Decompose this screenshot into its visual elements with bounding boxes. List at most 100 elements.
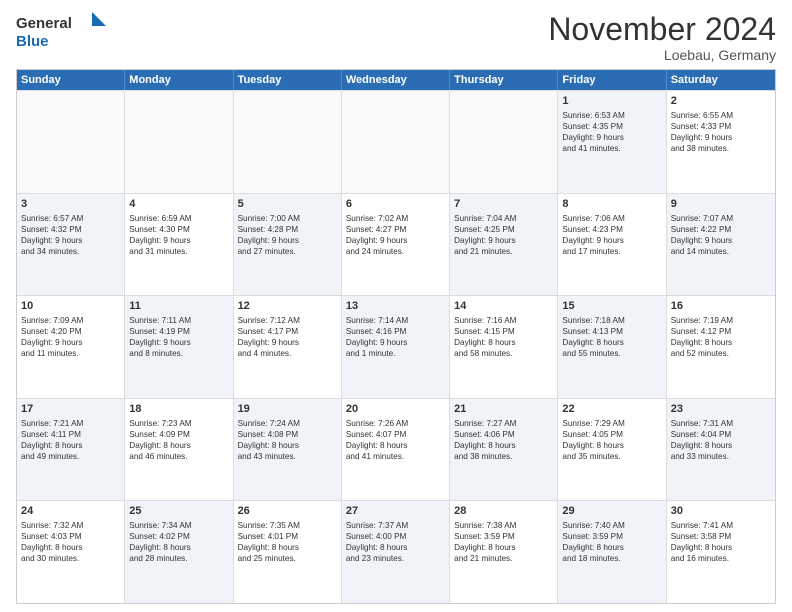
cal-row-0: 1Sunrise: 6:53 AM Sunset: 4:35 PM Daylig… — [17, 90, 775, 193]
cal-cell-23: 23Sunrise: 7:31 AM Sunset: 4:04 PM Dayli… — [667, 399, 775, 501]
cal-row-4: 24Sunrise: 7:32 AM Sunset: 4:03 PM Dayli… — [17, 500, 775, 603]
day-number: 8 — [562, 197, 661, 212]
day-number: 21 — [454, 402, 553, 417]
day-number: 11 — [129, 299, 228, 314]
cal-cell-4: 4Sunrise: 6:59 AM Sunset: 4:30 PM Daylig… — [125, 194, 233, 296]
cal-cell-1: 1Sunrise: 6:53 AM Sunset: 4:35 PM Daylig… — [558, 91, 666, 193]
svg-text:General: General — [16, 15, 72, 32]
day-number: 26 — [238, 504, 337, 519]
cal-cell-empty — [342, 91, 450, 193]
cell-info: Sunrise: 7:21 AM Sunset: 4:11 PM Dayligh… — [21, 418, 120, 462]
day-number: 3 — [21, 197, 120, 212]
cal-row-2: 10Sunrise: 7:09 AM Sunset: 4:20 PM Dayli… — [17, 295, 775, 398]
cal-cell-empty — [125, 91, 233, 193]
cell-info: Sunrise: 7:18 AM Sunset: 4:13 PM Dayligh… — [562, 315, 661, 359]
day-number: 12 — [238, 299, 337, 314]
cell-info: Sunrise: 7:16 AM Sunset: 4:15 PM Dayligh… — [454, 315, 553, 359]
subtitle: Loebau, Germany — [548, 47, 776, 63]
day-number: 23 — [671, 402, 771, 417]
cell-info: Sunrise: 7:37 AM Sunset: 4:00 PM Dayligh… — [346, 520, 445, 564]
main-title: November 2024 — [548, 12, 776, 47]
day-number: 19 — [238, 402, 337, 417]
day-number: 13 — [346, 299, 445, 314]
cell-info: Sunrise: 7:23 AM Sunset: 4:09 PM Dayligh… — [129, 418, 228, 462]
day-number: 27 — [346, 504, 445, 519]
cal-cell-30: 30Sunrise: 7:41 AM Sunset: 3:58 PM Dayli… — [667, 501, 775, 603]
cal-cell-14: 14Sunrise: 7:16 AM Sunset: 4:15 PM Dayli… — [450, 296, 558, 398]
cell-info: Sunrise: 6:53 AM Sunset: 4:35 PM Dayligh… — [562, 110, 661, 154]
cal-cell-18: 18Sunrise: 7:23 AM Sunset: 4:09 PM Dayli… — [125, 399, 233, 501]
cal-cell-8: 8Sunrise: 7:06 AM Sunset: 4:23 PM Daylig… — [558, 194, 666, 296]
day-number: 25 — [129, 504, 228, 519]
cell-info: Sunrise: 7:09 AM Sunset: 4:20 PM Dayligh… — [21, 315, 120, 359]
cal-cell-9: 9Sunrise: 7:07 AM Sunset: 4:22 PM Daylig… — [667, 194, 775, 296]
day-number: 16 — [671, 299, 771, 314]
cal-cell-5: 5Sunrise: 7:00 AM Sunset: 4:28 PM Daylig… — [234, 194, 342, 296]
header-cell-friday: Friday — [558, 70, 666, 90]
cal-cell-empty — [450, 91, 558, 193]
day-number: 5 — [238, 197, 337, 212]
cal-cell-empty — [17, 91, 125, 193]
day-number: 24 — [21, 504, 120, 519]
cal-cell-13: 13Sunrise: 7:14 AM Sunset: 4:16 PM Dayli… — [342, 296, 450, 398]
cal-cell-10: 10Sunrise: 7:09 AM Sunset: 4:20 PM Dayli… — [17, 296, 125, 398]
day-number: 10 — [21, 299, 120, 314]
day-number: 28 — [454, 504, 553, 519]
cal-cell-26: 26Sunrise: 7:35 AM Sunset: 4:01 PM Dayli… — [234, 501, 342, 603]
page: General Blue November 2024 Loebau, Germa… — [0, 0, 792, 612]
cell-info: Sunrise: 7:07 AM Sunset: 4:22 PM Dayligh… — [671, 213, 771, 257]
logo-svg: General Blue — [16, 12, 106, 52]
cal-cell-27: 27Sunrise: 7:37 AM Sunset: 4:00 PM Dayli… — [342, 501, 450, 603]
header-cell-saturday: Saturday — [667, 70, 775, 90]
cell-info: Sunrise: 7:31 AM Sunset: 4:04 PM Dayligh… — [671, 418, 771, 462]
day-number: 18 — [129, 402, 228, 417]
cell-info: Sunrise: 7:00 AM Sunset: 4:28 PM Dayligh… — [238, 213, 337, 257]
cal-cell-19: 19Sunrise: 7:24 AM Sunset: 4:08 PM Dayli… — [234, 399, 342, 501]
day-number: 29 — [562, 504, 661, 519]
cal-cell-20: 20Sunrise: 7:26 AM Sunset: 4:07 PM Dayli… — [342, 399, 450, 501]
cal-cell-17: 17Sunrise: 7:21 AM Sunset: 4:11 PM Dayli… — [17, 399, 125, 501]
cal-cell-25: 25Sunrise: 7:34 AM Sunset: 4:02 PM Dayli… — [125, 501, 233, 603]
cell-info: Sunrise: 6:59 AM Sunset: 4:30 PM Dayligh… — [129, 213, 228, 257]
day-number: 14 — [454, 299, 553, 314]
cell-info: Sunrise: 7:32 AM Sunset: 4:03 PM Dayligh… — [21, 520, 120, 564]
cal-cell-16: 16Sunrise: 7:19 AM Sunset: 4:12 PM Dayli… — [667, 296, 775, 398]
cell-info: Sunrise: 7:24 AM Sunset: 4:08 PM Dayligh… — [238, 418, 337, 462]
cell-info: Sunrise: 7:04 AM Sunset: 4:25 PM Dayligh… — [454, 213, 553, 257]
day-number: 20 — [346, 402, 445, 417]
header-cell-thursday: Thursday — [450, 70, 558, 90]
cal-cell-21: 21Sunrise: 7:27 AM Sunset: 4:06 PM Dayli… — [450, 399, 558, 501]
cal-cell-3: 3Sunrise: 6:57 AM Sunset: 4:32 PM Daylig… — [17, 194, 125, 296]
day-number: 7 — [454, 197, 553, 212]
day-number: 6 — [346, 197, 445, 212]
header-cell-monday: Monday — [125, 70, 233, 90]
cal-cell-15: 15Sunrise: 7:18 AM Sunset: 4:13 PM Dayli… — [558, 296, 666, 398]
day-number: 22 — [562, 402, 661, 417]
cal-row-3: 17Sunrise: 7:21 AM Sunset: 4:11 PM Dayli… — [17, 398, 775, 501]
cell-info: Sunrise: 7:26 AM Sunset: 4:07 PM Dayligh… — [346, 418, 445, 462]
cell-info: Sunrise: 7:14 AM Sunset: 4:16 PM Dayligh… — [346, 315, 445, 359]
cell-info: Sunrise: 7:27 AM Sunset: 4:06 PM Dayligh… — [454, 418, 553, 462]
cell-info: Sunrise: 7:19 AM Sunset: 4:12 PM Dayligh… — [671, 315, 771, 359]
cal-cell-2: 2Sunrise: 6:55 AM Sunset: 4:33 PM Daylig… — [667, 91, 775, 193]
cell-info: Sunrise: 7:34 AM Sunset: 4:02 PM Dayligh… — [129, 520, 228, 564]
day-number: 17 — [21, 402, 120, 417]
cell-info: Sunrise: 7:35 AM Sunset: 4:01 PM Dayligh… — [238, 520, 337, 564]
cell-info: Sunrise: 7:11 AM Sunset: 4:19 PM Dayligh… — [129, 315, 228, 359]
cell-info: Sunrise: 7:40 AM Sunset: 3:59 PM Dayligh… — [562, 520, 661, 564]
cal-cell-29: 29Sunrise: 7:40 AM Sunset: 3:59 PM Dayli… — [558, 501, 666, 603]
calendar-header: SundayMondayTuesdayWednesdayThursdayFrid… — [17, 70, 775, 90]
cal-cell-11: 11Sunrise: 7:11 AM Sunset: 4:19 PM Dayli… — [125, 296, 233, 398]
cal-row-1: 3Sunrise: 6:57 AM Sunset: 4:32 PM Daylig… — [17, 193, 775, 296]
header-cell-wednesday: Wednesday — [342, 70, 450, 90]
cell-info: Sunrise: 7:38 AM Sunset: 3:59 PM Dayligh… — [454, 520, 553, 564]
day-number: 30 — [671, 504, 771, 519]
cal-cell-24: 24Sunrise: 7:32 AM Sunset: 4:03 PM Dayli… — [17, 501, 125, 603]
cell-info: Sunrise: 7:41 AM Sunset: 3:58 PM Dayligh… — [671, 520, 771, 564]
day-number: 4 — [129, 197, 228, 212]
cell-info: Sunrise: 7:02 AM Sunset: 4:27 PM Dayligh… — [346, 213, 445, 257]
day-number: 1 — [562, 94, 661, 109]
header-cell-sunday: Sunday — [17, 70, 125, 90]
cell-info: Sunrise: 6:55 AM Sunset: 4:33 PM Dayligh… — [671, 110, 771, 154]
cell-info: Sunrise: 7:29 AM Sunset: 4:05 PM Dayligh… — [562, 418, 661, 462]
